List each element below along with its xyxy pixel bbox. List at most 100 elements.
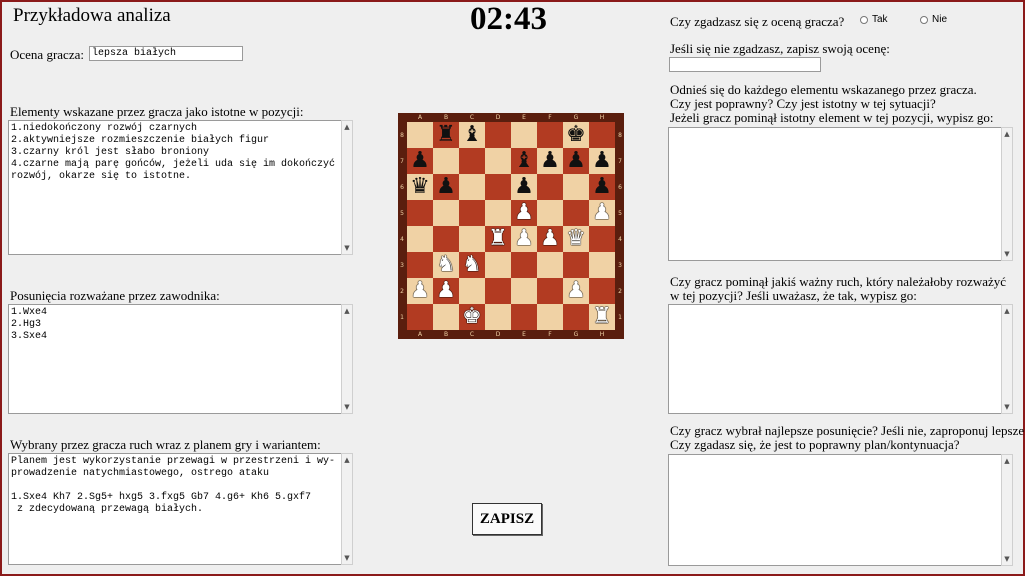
white-pawn-icon[interactable]: ♟: [410, 278, 430, 304]
square-c3[interactable]: ♞: [459, 252, 485, 278]
square-h4[interactable]: [589, 226, 615, 252]
white-knight-icon[interactable]: ♞: [462, 252, 482, 278]
scroll-down-icon[interactable]: ▼: [1003, 402, 1011, 412]
refer-scrollbar[interactable]: ▲ ▼: [1001, 127, 1013, 261]
square-e7[interactable]: ♝: [511, 148, 537, 174]
square-g8[interactable]: ♚: [563, 122, 589, 148]
square-d3[interactable]: [485, 252, 511, 278]
square-f5[interactable]: [537, 200, 563, 226]
square-c8[interactable]: ♝: [459, 122, 485, 148]
chessboard[interactable]: ♜ ♝ ♚ ♟ ♝ ♟ ♟ ♟ ♛ ♟ ♟ ♟ ♟ ♟ ♜ ♟ ♟ ♛ ♞ ♞ ♟ ♟ ♟ ♚ ♜ AABBCCDDEEFFGG…: [398, 113, 624, 339]
scroll-up-icon[interactable]: ▲: [343, 306, 351, 316]
black-king-icon[interactable]: ♚: [566, 122, 586, 148]
square-c6[interactable]: [459, 174, 485, 200]
square-d5[interactable]: [485, 200, 511, 226]
square-a6[interactable]: ♛: [407, 174, 433, 200]
black-pawn-icon[interactable]: ♟: [592, 174, 612, 200]
black-queen-icon[interactable]: ♛: [410, 174, 430, 200]
square-d6[interactable]: [485, 174, 511, 200]
black-pawn-icon[interactable]: ♟: [540, 148, 560, 174]
square-g5[interactable]: [563, 200, 589, 226]
white-pawn-icon[interactable]: ♟: [436, 278, 456, 304]
square-e6[interactable]: ♟: [511, 174, 537, 200]
square-c7[interactable]: [459, 148, 485, 174]
square-e4[interactable]: ♟: [511, 226, 537, 252]
scroll-down-icon[interactable]: ▼: [1003, 249, 1011, 259]
square-e5[interactable]: ♟: [511, 200, 537, 226]
white-pawn-icon[interactable]: ♟: [566, 278, 586, 304]
square-f2[interactable]: [537, 278, 563, 304]
square-b4[interactable]: [433, 226, 459, 252]
elements-textarea[interactable]: 1.niedokończony rozwój czarnych 2.aktywn…: [8, 120, 341, 255]
white-queen-icon[interactable]: ♛: [566, 226, 586, 252]
square-b2[interactable]: ♟: [433, 278, 459, 304]
square-h6[interactable]: ♟: [589, 174, 615, 200]
white-knight-icon[interactable]: ♞: [436, 252, 456, 278]
square-b6[interactable]: ♟: [433, 174, 459, 200]
square-c1[interactable]: ♚: [459, 304, 485, 330]
white-pawn-icon[interactable]: ♟: [514, 226, 534, 252]
black-pawn-icon[interactable]: ♟: [592, 148, 612, 174]
scroll-up-icon[interactable]: ▲: [343, 122, 351, 132]
black-bishop-icon[interactable]: ♝: [514, 148, 534, 174]
scroll-down-icon[interactable]: ▼: [343, 243, 351, 253]
square-g6[interactable]: [563, 174, 589, 200]
square-g3[interactable]: [563, 252, 589, 278]
square-d1[interactable]: [485, 304, 511, 330]
square-h5[interactable]: ♟: [589, 200, 615, 226]
square-h8[interactable]: [589, 122, 615, 148]
save-button[interactable]: ZAPISZ: [472, 503, 542, 535]
square-h7[interactable]: ♟: [589, 148, 615, 174]
black-bishop-icon[interactable]: ♝: [462, 122, 482, 148]
black-pawn-icon[interactable]: ♟: [410, 148, 430, 174]
moves-scrollbar[interactable]: ▲ ▼: [341, 304, 353, 414]
square-h2[interactable]: [589, 278, 615, 304]
best-textarea[interactable]: [668, 454, 1001, 566]
radio-tak[interactable]: [860, 16, 868, 24]
best-scrollbar[interactable]: ▲ ▼: [1001, 454, 1013, 566]
missed-textarea[interactable]: [668, 304, 1001, 414]
square-g1[interactable]: [563, 304, 589, 330]
square-a2[interactable]: ♟: [407, 278, 433, 304]
square-e2[interactable]: [511, 278, 537, 304]
scroll-up-icon[interactable]: ▲: [1003, 129, 1011, 139]
scroll-up-icon[interactable]: ▲: [1003, 306, 1011, 316]
square-d8[interactable]: [485, 122, 511, 148]
black-rook-icon[interactable]: ♜: [436, 122, 456, 148]
square-b1[interactable]: [433, 304, 459, 330]
square-e8[interactable]: [511, 122, 537, 148]
black-pawn-icon[interactable]: ♟: [436, 174, 456, 200]
chosen-scrollbar[interactable]: ▲ ▼: [341, 453, 353, 565]
square-f3[interactable]: [537, 252, 563, 278]
radio-nie[interactable]: [920, 16, 928, 24]
square-g7[interactable]: ♟: [563, 148, 589, 174]
square-a3[interactable]: [407, 252, 433, 278]
refer-textarea[interactable]: [668, 127, 1001, 261]
square-h3[interactable]: [589, 252, 615, 278]
square-f7[interactable]: ♟: [537, 148, 563, 174]
square-c2[interactable]: [459, 278, 485, 304]
square-f4[interactable]: ♟: [537, 226, 563, 252]
square-e3[interactable]: [511, 252, 537, 278]
missed-scrollbar[interactable]: ▲ ▼: [1001, 304, 1013, 414]
scroll-down-icon[interactable]: ▼: [1003, 554, 1011, 564]
square-a7[interactable]: ♟: [407, 148, 433, 174]
scroll-up-icon[interactable]: ▲: [343, 455, 351, 465]
square-f8[interactable]: [537, 122, 563, 148]
square-b3[interactable]: ♞: [433, 252, 459, 278]
white-rook-icon[interactable]: ♜: [592, 304, 612, 330]
own-rating-input[interactable]: [669, 57, 821, 72]
scroll-down-icon[interactable]: ▼: [343, 553, 351, 563]
square-d4[interactable]: ♜: [485, 226, 511, 252]
square-b8[interactable]: ♜: [433, 122, 459, 148]
white-pawn-icon[interactable]: ♟: [514, 200, 534, 226]
white-rook-icon[interactable]: ♜: [488, 226, 508, 252]
elements-scrollbar[interactable]: ▲ ▼: [341, 120, 353, 255]
scroll-up-icon[interactable]: ▲: [1003, 456, 1011, 466]
square-d2[interactable]: [485, 278, 511, 304]
square-a8[interactable]: [407, 122, 433, 148]
moves-textarea[interactable]: 1.Wxe4 2.Hg3 3.Sxe4: [8, 304, 341, 414]
square-h1[interactable]: ♜: [589, 304, 615, 330]
square-f1[interactable]: [537, 304, 563, 330]
square-b7[interactable]: [433, 148, 459, 174]
